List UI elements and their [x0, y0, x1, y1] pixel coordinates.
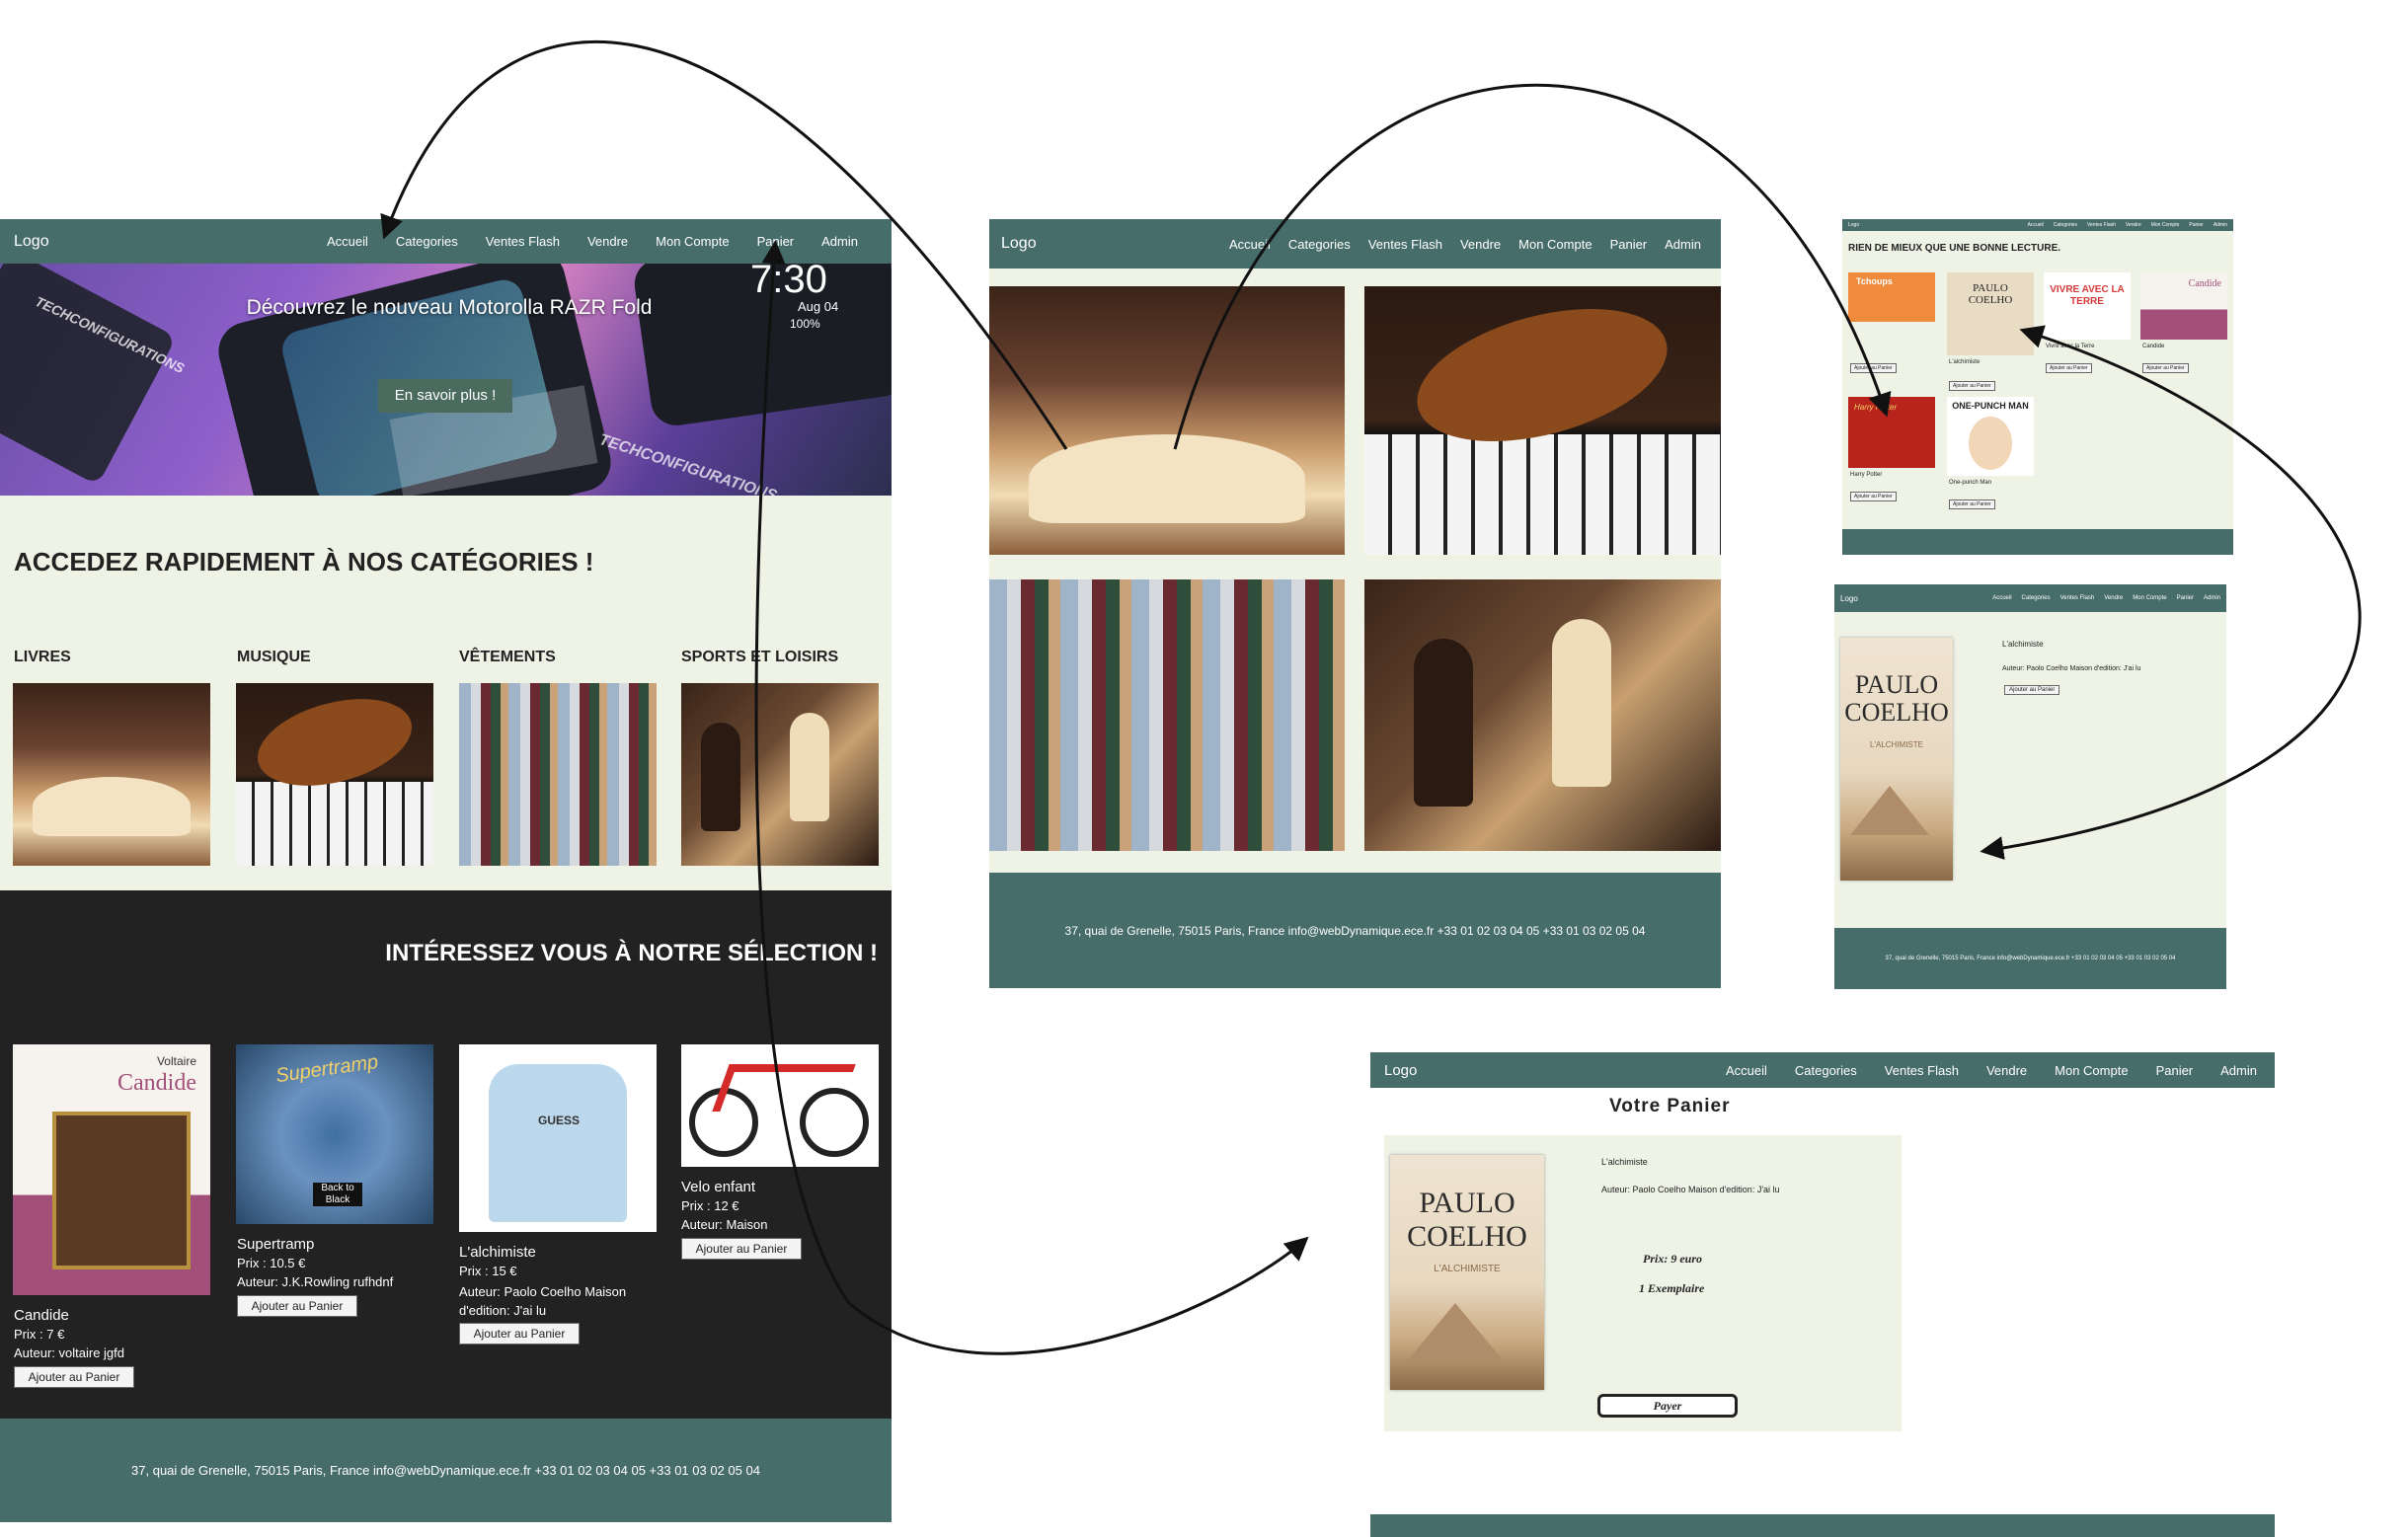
arrow-panier-to-cart: [754, 240, 1309, 1355]
arrow-list-to-detail: [1980, 325, 2362, 860]
flow-arrows: [380, 39, 2362, 1355]
arrow-books-tile-to-list: [1173, 83, 1892, 450]
arrow-categories-to-books: [380, 39, 1068, 450]
